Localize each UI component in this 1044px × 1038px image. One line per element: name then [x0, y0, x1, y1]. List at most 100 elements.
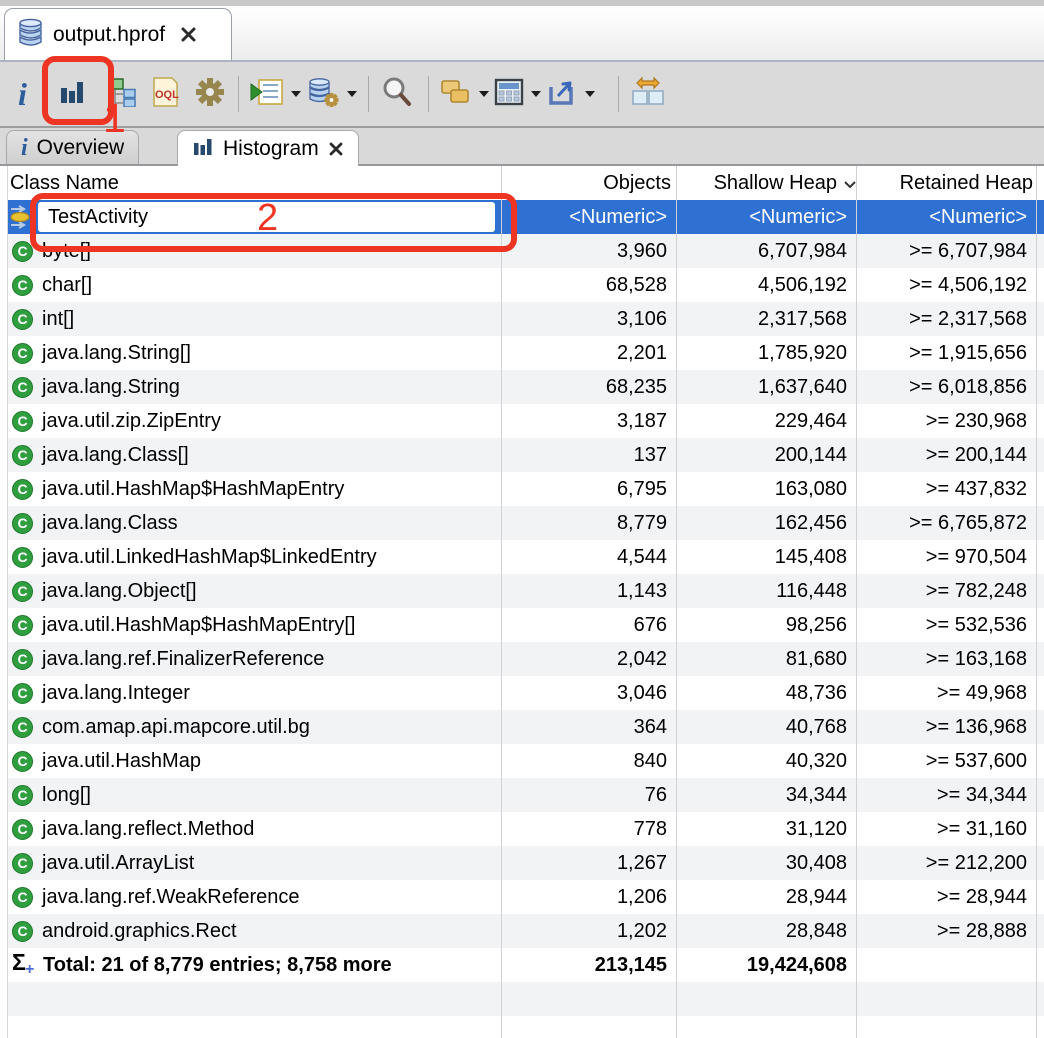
objects-cell: 1,206: [616, 885, 667, 908]
class-name-cell: Cjava.util.ArrayList: [8, 852, 502, 875]
query-browser-button[interactable]: [306, 73, 357, 115]
table-row[interactable]: Cjava.lang.String 68,235 1,637,640 >= 6,018…: [8, 370, 1044, 404]
column-separator[interactable]: [856, 166, 857, 1038]
table-row[interactable]: Cjava.lang.reflect.Method 778 31,120 >= 31,…: [8, 812, 1044, 846]
class-icon: C: [12, 240, 33, 262]
class-icon: C: [12, 512, 33, 534]
retained-heap-cell: >= 28,888: [936, 919, 1027, 942]
table-row[interactable]: Cjava.util.LinkedHashMap$LinkedEntry 4,54…: [8, 540, 1044, 574]
dropdown-arrow-icon[interactable]: [585, 91, 595, 97]
retained-heap-cell: >= 437,832: [925, 477, 1027, 500]
total-label-cell: Σ + Total: 21 of 8,779 entries; 8,758 mo…: [8, 952, 502, 978]
tab-overview-label: Overview: [36, 135, 125, 159]
shallow-heap-filter[interactable]: <Numeric>: [677, 206, 857, 229]
dropdown-arrow-icon[interactable]: [291, 91, 301, 97]
table-row[interactable]: Cchar[] 68,528 4,506,192 >= 4,506,192: [8, 268, 1044, 302]
column-separator[interactable]: [676, 166, 677, 1038]
class-name-filter-input[interactable]: [38, 202, 495, 232]
export-icon: [546, 77, 578, 112]
dropdown-arrow-icon[interactable]: [531, 91, 541, 97]
table-row[interactable]: Cjava.lang.ref.WeakReference 1,206 28,944 >…: [8, 880, 1044, 914]
retained-heap-filter[interactable]: <Numeric>: [857, 206, 1037, 229]
table-row[interactable]: Candroid.graphics.Rect 1,202 28,848 >= 28,8…: [8, 914, 1044, 948]
table-row[interactable]: Cjava.util.HashMap$HashMapEntry 6,795 163,…: [8, 472, 1044, 506]
shallow-heap-cell: 163,080: [774, 477, 847, 500]
database-gear-icon: [306, 76, 340, 113]
table-row[interactable]: Clong[] 76 34,344 >= 34,344: [8, 778, 1044, 812]
dropdown-arrow-icon[interactable]: [347, 91, 357, 97]
group-by-button[interactable]: [440, 73, 489, 115]
export-button[interactable]: [546, 73, 595, 115]
table-row[interactable]: Cjava.lang.Class 8,779 162,456 >= 6,765,872: [8, 506, 1044, 540]
dropdown-arrow-icon[interactable]: [479, 91, 489, 97]
table-row[interactable]: Cjava.util.HashMap$HashMapEntry[] 676 98,2…: [8, 608, 1044, 642]
column-header-objects[interactable]: Objects: [502, 172, 677, 195]
table-row[interactable]: Cjava.util.HashMap 840 40,320 >= 537,600: [8, 744, 1044, 778]
table-row[interactable]: Ccom.amap.api.mapcore.util.bg 364 40,768 >=…: [8, 710, 1044, 744]
class-name-cell: Cjava.lang.Object[]: [8, 580, 502, 603]
table-row[interactable]: Cbyte[] 3,960 6,707,984 >= 6,707,984: [8, 234, 1044, 268]
column-header-shallow-heap[interactable]: Shallow Heap: [677, 172, 863, 195]
shallow-heap-cell: 162,456: [774, 511, 847, 534]
table-row[interactable]: Cjava.lang.String[] 2,201 1,785,920 >= 1,91…: [8, 336, 1044, 370]
table-row[interactable]: Cjava.lang.ref.FinalizerReference 2,042 81…: [8, 642, 1044, 676]
class-icon: C: [12, 784, 33, 806]
retained-heap-cell: >= 163,168: [925, 647, 1027, 670]
shallow-heap-cell: 28,944: [785, 885, 847, 908]
search-button[interactable]: [380, 73, 414, 115]
table-row[interactable]: Cjava.lang.Integer 3,046 48,736 >= 49,968: [8, 676, 1044, 710]
class-name-cell: Cjava.lang.String: [8, 376, 502, 399]
class-name-cell: Ccom.amap.api.mapcore.util.bg: [8, 716, 502, 739]
filter-row: <Numeric> <Numeric> <Numeric>: [8, 200, 1044, 234]
expert-features-button[interactable]: [194, 73, 226, 115]
compare-button[interactable]: [630, 73, 666, 115]
table-row[interactable]: Cjava.util.ArrayList 1,267 30,408 >= 212,20…: [8, 846, 1044, 880]
class-icon: C: [12, 478, 33, 500]
objects-cell: 4,544: [616, 545, 667, 568]
table-row[interactable]: Cjava.util.zip.ZipEntry 3,187 229,464 >= 23…: [8, 404, 1044, 438]
objects-cell: 3,046: [616, 681, 667, 704]
tab-histogram[interactable]: Histogram: [177, 130, 359, 166]
objects-cell: 364: [633, 715, 667, 738]
class-name-text: java.lang.ref.WeakReference: [42, 885, 300, 908]
column-separator: [1036, 166, 1037, 1038]
calculator-button[interactable]: [494, 73, 541, 115]
heap-dump-database-icon: [17, 17, 44, 52]
class-name-cell: Cint[]: [8, 308, 502, 331]
class-name-cell: Candroid.graphics.Rect: [8, 920, 502, 943]
window-top-edge: [0, 0, 1044, 8]
group-objects-icon: [440, 77, 472, 112]
tab-overview[interactable]: i Overview: [6, 130, 140, 164]
column-header-class-name[interactable]: Class Name: [8, 172, 502, 195]
shallow-heap-cell: 81,680: [785, 647, 847, 670]
retained-heap-cell: >= 4,506,192: [909, 273, 1027, 296]
retained-heap-cell: >= 49,968: [936, 681, 1027, 704]
retained-heap-cell: >= 970,504: [925, 545, 1027, 568]
shallow-heap-cell: 229,464: [774, 409, 847, 432]
column-separator[interactable]: [501, 166, 502, 1038]
objects-cell: 76: [644, 783, 667, 806]
table-row[interactable]: Cint[] 3,106 2,317,568 >= 2,317,568: [8, 302, 1044, 336]
info-button[interactable]: i: [18, 73, 27, 115]
close-icon[interactable]: [328, 141, 344, 157]
editor-tab-output-hprof[interactable]: output.hprof: [4, 8, 232, 60]
oql-button[interactable]: OQL: [150, 73, 180, 115]
toolbar-separator: [238, 76, 239, 112]
class-name-text: java.lang.Class: [42, 511, 178, 534]
dominator-tree-icon: [108, 77, 138, 112]
retained-heap-cell: >= 532,536: [925, 613, 1027, 636]
main-toolbar: i OQL: [0, 62, 1044, 128]
column-header-retained-heap[interactable]: Retained Heap: [863, 172, 1043, 195]
table-row[interactable]: Cjava.lang.Class[] 137 200,144 >= 200,144: [8, 438, 1044, 472]
objects-filter[interactable]: <Numeric>: [502, 206, 677, 229]
retained-heap-cell: >= 6,018,856: [909, 375, 1027, 398]
histogram-icon: [56, 76, 88, 113]
run-report-button[interactable]: [250, 73, 301, 115]
histogram-button[interactable]: [56, 73, 88, 115]
dominator-tree-button[interactable]: [108, 73, 138, 115]
retained-heap-cell: >= 200,144: [925, 443, 1027, 466]
close-icon[interactable]: [180, 26, 197, 43]
table-row[interactable]: Cjava.lang.Object[] 1,143 116,448 >= 782,24…: [8, 574, 1044, 608]
class-name-cell: Cjava.util.HashMap$HashMapEntry[]: [8, 614, 502, 637]
class-icon: C: [12, 716, 33, 738]
